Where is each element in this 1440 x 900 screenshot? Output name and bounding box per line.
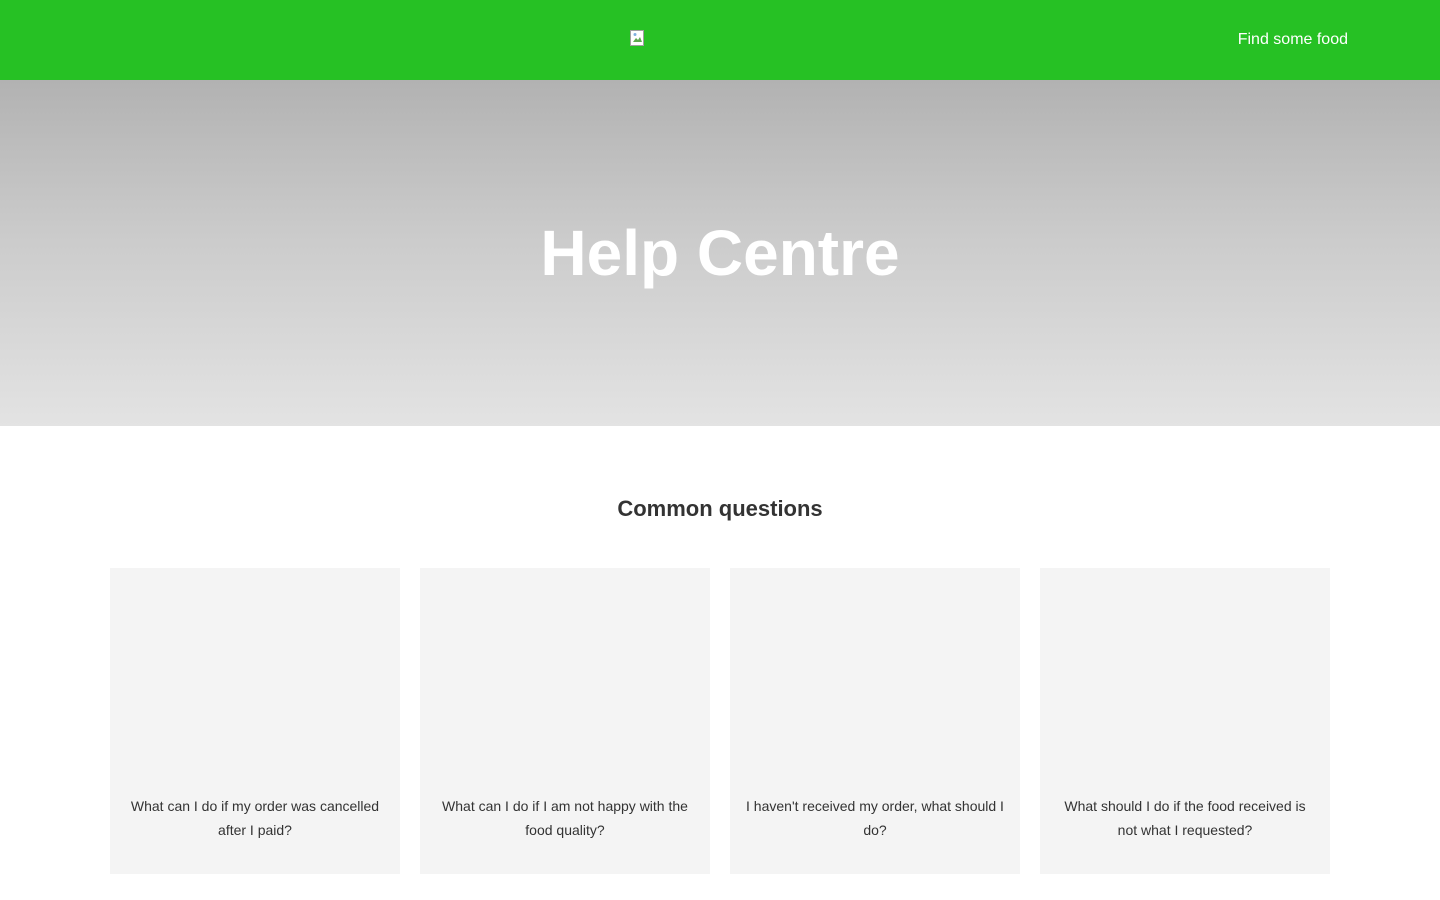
card-image [110, 568, 400, 778]
question-card[interactable]: What should I do if the food received is… [1040, 568, 1330, 874]
card-image [730, 568, 1020, 778]
page-title: Help Centre [540, 217, 900, 289]
question-card[interactable]: What can I do if I am not happy with the… [420, 568, 710, 874]
question-text: What can I do if my order was cancelled … [130, 798, 380, 838]
question-text: What should I do if the food received is… [1064, 798, 1306, 838]
hero-banner: Help Centre [0, 80, 1440, 426]
card-image [420, 568, 710, 778]
question-text: I haven't received my order, what should… [746, 798, 1004, 838]
question-text: What can I do if I am not happy with the… [442, 798, 688, 838]
find-food-link[interactable]: Find some food [1238, 30, 1348, 50]
question-cards: What can I do if my order was cancelled … [110, 568, 1330, 874]
broken-image-icon[interactable] [630, 30, 646, 46]
card-image [1040, 568, 1330, 778]
common-questions-heading: Common questions [617, 496, 823, 521]
question-card[interactable]: What can I do if my order was cancelled … [110, 568, 400, 874]
site-header: Find some food [0, 0, 1440, 80]
question-card[interactable]: I haven't received my order, what should… [730, 568, 1020, 874]
